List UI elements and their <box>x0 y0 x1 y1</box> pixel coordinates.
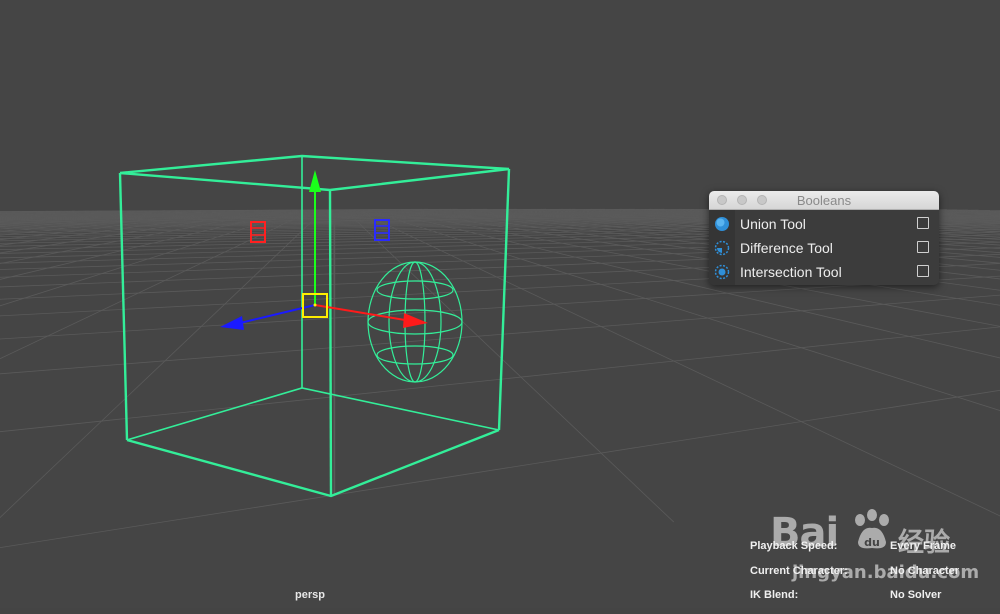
sphere-latitude-1 <box>377 281 453 299</box>
intersection-icon <box>714 264 730 280</box>
difference-tool-item[interactable]: Difference Tool <box>709 236 939 260</box>
x-axis-line[interactable] <box>315 305 405 320</box>
sphere-latitude-2 <box>377 346 453 364</box>
difference-icon <box>714 240 730 256</box>
grid-line <box>0 211 213 519</box>
hud-label: Current Character: <box>750 565 848 577</box>
panel-title: Booleans <box>709 193 939 208</box>
viewport-canvas[interactable] <box>0 0 1000 608</box>
cube-edge-front-right <box>330 190 331 496</box>
perspective-viewport[interactable]: persp <box>0 0 1000 608</box>
intersection-tool-option-box[interactable] <box>917 265 929 277</box>
z-axis-arrow-icon[interactable] <box>220 316 244 330</box>
hud-value: No Character <box>890 565 959 577</box>
grid-line <box>0 210 259 551</box>
y-axis-arrow-icon[interactable] <box>309 170 321 192</box>
difference-tool-option-box[interactable] <box>917 241 929 253</box>
hud-label: Playback Speed: <box>750 540 837 552</box>
move-manipulator[interactable] <box>220 170 428 330</box>
intersection-tool-item[interactable]: Intersection Tool <box>709 260 939 284</box>
grid-line <box>0 211 140 516</box>
grid-line <box>0 211 189 549</box>
hud-row-playback-speed: Playback Speed: Every Frame <box>750 540 990 565</box>
grid-line <box>0 212 20 514</box>
cube-bottom-front <box>127 430 499 496</box>
cube-bottom-back <box>127 388 499 440</box>
hud-label: IK Blend: <box>750 589 798 601</box>
panel-body: Union Tool Difference Tool Intersection … <box>709 210 939 285</box>
hud-value: No Solver <box>890 589 941 601</box>
hud-value: Every Frame <box>890 540 956 552</box>
camera-label: persp <box>270 589 350 601</box>
grid-line <box>0 211 34 544</box>
panel-titlebar[interactable]: Booleans <box>709 191 939 210</box>
tool-label: Intersection Tool <box>740 264 842 280</box>
heads-up-display: Playback Speed: Every Frame Current Char… <box>750 540 990 614</box>
grid-line <box>0 210 225 550</box>
hud-row-current-character: Current Character: No Character <box>750 565 990 590</box>
hud-row-ik-blend: IK Blend: No Solver <box>750 589 990 614</box>
grid-line <box>0 211 177 517</box>
union-icon <box>714 216 730 232</box>
cube-edge-back-right <box>499 169 509 430</box>
booleans-panel[interactable]: Booleans Union Tool Difference Tool <box>709 191 939 285</box>
x-axis-arrow-icon[interactable] <box>403 313 428 328</box>
tool-label: Union Tool <box>740 216 806 232</box>
union-tool-option-box[interactable] <box>917 217 929 229</box>
tool-label: Difference Tool <box>740 240 833 256</box>
union-tool-item[interactable]: Union Tool <box>709 212 939 236</box>
